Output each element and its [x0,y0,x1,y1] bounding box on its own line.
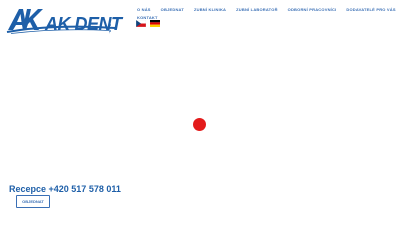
order-button[interactable]: OBJEDNAT [16,195,50,208]
czech-flag-icon[interactable] [136,20,146,27]
reception-phone[interactable]: Recepce +420 517 578 011 [9,184,121,194]
nav-item-odborni-pracovnici[interactable]: Odborní pracovníci [288,6,337,14]
nav-item-dodavatele[interactable]: Dodavatelé pro vás [346,6,395,14]
nav-item-o-nas[interactable]: O nás [137,6,151,14]
logo-suffix: s.r.o. [108,24,113,34]
page: AK DENT s.r.o. O nás Objednat Zubní klin… [0,0,400,250]
language-switcher [136,20,160,27]
nav-item-kontakt[interactable]: Kontakt [137,14,399,22]
loading-indicator-icon [193,118,206,131]
nav-item-zubni-laborator[interactable]: Zubní laboratoř [236,6,278,14]
ak-dent-logo[interactable]: AK DENT s.r.o. [5,5,135,35]
main-navigation: O nás Objednat Zubní klinika Zubní labor… [137,6,399,22]
nav-item-objednat[interactable]: Objednat [161,6,184,14]
german-flag-icon[interactable] [150,20,160,27]
nav-item-zubni-klinika[interactable]: Zubní klinika [194,6,226,14]
